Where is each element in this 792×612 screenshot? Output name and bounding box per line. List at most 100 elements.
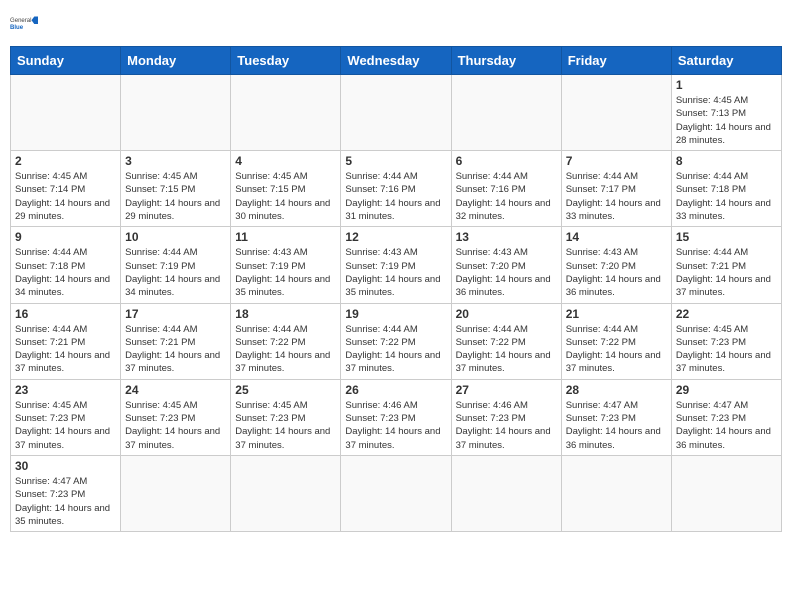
day-info: Sunrise: 4:44 AM Sunset: 7:22 PM Dayligh… — [345, 323, 446, 376]
calendar-cell — [451, 75, 561, 151]
calendar-cell: 17 Sunrise: 4:44 AM Sunset: 7:21 PM Dayli… — [121, 303, 231, 379]
day-info: Sunrise: 4:45 AM Sunset: 7:23 PM Dayligh… — [125, 399, 226, 452]
day-number: 2 — [15, 154, 116, 168]
day-number: 19 — [345, 307, 446, 321]
calendar-cell — [561, 75, 671, 151]
calendar-cell: 19 Sunrise: 4:44 AM Sunset: 7:22 PM Dayli… — [341, 303, 451, 379]
day-number: 3 — [125, 154, 226, 168]
calendar-cell: 26Sunrise: 4:46 AM Sunset: 7:23 PM Dayli… — [341, 379, 451, 455]
weekday-header-monday: Monday — [121, 47, 231, 75]
day-info: Sunrise: 4:44 AM Sunset: 7:22 PM Dayligh… — [456, 323, 557, 376]
day-number: 11 — [235, 230, 336, 244]
day-info: Sunrise: 4:45 AM Sunset: 7:23 PM Dayligh… — [676, 323, 777, 376]
calendar-cell: 12 Sunrise: 4:43 AM Sunset: 7:19 PM Dayli… — [341, 227, 451, 303]
calendar-week-2: 2 Sunrise: 4:45 AM Sunset: 7:14 PM Daylig… — [11, 151, 782, 227]
calendar-cell: 6 Sunrise: 4:44 AM Sunset: 7:16 PM Daylig… — [451, 151, 561, 227]
day-info: Sunrise: 4:44 AM Sunset: 7:18 PM Dayligh… — [676, 170, 777, 223]
day-info: Sunrise: 4:47 AM Sunset: 7:23 PM Dayligh… — [566, 399, 667, 452]
day-number: 9 — [15, 230, 116, 244]
page-header: General Blue — [10, 10, 782, 38]
day-number: 4 — [235, 154, 336, 168]
calendar-cell: 29Sunrise: 4:47 AM Sunset: 7:23 PM Dayli… — [671, 379, 781, 455]
calendar-cell: 27Sunrise: 4:46 AM Sunset: 7:23 PM Dayli… — [451, 379, 561, 455]
calendar-cell: 8 Sunrise: 4:44 AM Sunset: 7:18 PM Daylig… — [671, 151, 781, 227]
calendar-cell — [671, 455, 781, 531]
day-info: Sunrise: 4:45 AM Sunset: 7:14 PM Dayligh… — [15, 170, 116, 223]
calendar-cell — [231, 75, 341, 151]
day-number: 5 — [345, 154, 446, 168]
svg-text:General: General — [10, 18, 32, 24]
day-number: 10 — [125, 230, 226, 244]
day-info: Sunrise: 4:44 AM Sunset: 7:18 PM Dayligh… — [15, 246, 116, 299]
calendar-cell — [121, 75, 231, 151]
weekday-header-sunday: Sunday — [11, 47, 121, 75]
day-info: Sunrise: 4:44 AM Sunset: 7:21 PM Dayligh… — [15, 323, 116, 376]
calendar-week-1: 1Sunrise: 4:45 AM Sunset: 7:13 PM Daylig… — [11, 75, 782, 151]
weekday-header-thursday: Thursday — [451, 47, 561, 75]
day-info: Sunrise: 4:44 AM Sunset: 7:17 PM Dayligh… — [566, 170, 667, 223]
calendar-cell: 4 Sunrise: 4:45 AM Sunset: 7:15 PM Daylig… — [231, 151, 341, 227]
day-info: Sunrise: 4:44 AM Sunset: 7:21 PM Dayligh… — [125, 323, 226, 376]
day-info: Sunrise: 4:44 AM Sunset: 7:16 PM Dayligh… — [456, 170, 557, 223]
calendar-cell — [231, 455, 341, 531]
day-number: 13 — [456, 230, 557, 244]
day-info: Sunrise: 4:44 AM Sunset: 7:16 PM Dayligh… — [345, 170, 446, 223]
day-number: 22 — [676, 307, 777, 321]
weekday-header-row: SundayMondayTuesdayWednesdayThursdayFrid… — [11, 47, 782, 75]
day-info: Sunrise: 4:44 AM Sunset: 7:19 PM Dayligh… — [125, 246, 226, 299]
weekday-header-saturday: Saturday — [671, 47, 781, 75]
calendar-cell — [11, 75, 121, 151]
day-number: 24 — [125, 383, 226, 397]
day-number: 16 — [15, 307, 116, 321]
calendar-cell: 21Sunrise: 4:44 AM Sunset: 7:22 PM Dayli… — [561, 303, 671, 379]
calendar-cell: 3 Sunrise: 4:45 AM Sunset: 7:15 PM Daylig… — [121, 151, 231, 227]
day-number: 12 — [345, 230, 446, 244]
day-info: Sunrise: 4:44 AM Sunset: 7:22 PM Dayligh… — [235, 323, 336, 376]
calendar-cell: 13 Sunrise: 4:43 AM Sunset: 7:20 PM Dayli… — [451, 227, 561, 303]
day-info: Sunrise: 4:47 AM Sunset: 7:23 PM Dayligh… — [676, 399, 777, 452]
calendar-week-6: 30Sunrise: 4:47 AM Sunset: 7:23 PM Dayli… — [11, 455, 782, 531]
day-info: Sunrise: 4:43 AM Sunset: 7:19 PM Dayligh… — [345, 246, 446, 299]
day-number: 23 — [15, 383, 116, 397]
day-info: Sunrise: 4:44 AM Sunset: 7:21 PM Dayligh… — [676, 246, 777, 299]
day-info: Sunrise: 4:44 AM Sunset: 7:22 PM Dayligh… — [566, 323, 667, 376]
weekday-header-tuesday: Tuesday — [231, 47, 341, 75]
day-info: Sunrise: 4:45 AM Sunset: 7:15 PM Dayligh… — [125, 170, 226, 223]
calendar-cell: 7 Sunrise: 4:44 AM Sunset: 7:17 PM Daylig… — [561, 151, 671, 227]
calendar-header: SundayMondayTuesdayWednesdayThursdayFrid… — [11, 47, 782, 75]
day-number: 7 — [566, 154, 667, 168]
calendar-cell: 2 Sunrise: 4:45 AM Sunset: 7:14 PM Daylig… — [11, 151, 121, 227]
weekday-header-wednesday: Wednesday — [341, 47, 451, 75]
calendar-cell: 11Sunrise: 4:43 AM Sunset: 7:19 PM Dayli… — [231, 227, 341, 303]
calendar-cell: 24 Sunrise: 4:45 AM Sunset: 7:23 PM Dayli… — [121, 379, 231, 455]
day-info: Sunrise: 4:46 AM Sunset: 7:23 PM Dayligh… — [456, 399, 557, 452]
calendar-body: 1Sunrise: 4:45 AM Sunset: 7:13 PM Daylig… — [11, 75, 782, 532]
day-info: Sunrise: 4:45 AM Sunset: 7:15 PM Dayligh… — [235, 170, 336, 223]
calendar-cell: 20 Sunrise: 4:44 AM Sunset: 7:22 PM Dayli… — [451, 303, 561, 379]
calendar-cell: 23 Sunrise: 4:45 AM Sunset: 7:23 PM Dayli… — [11, 379, 121, 455]
day-number: 17 — [125, 307, 226, 321]
day-info: Sunrise: 4:43 AM Sunset: 7:20 PM Dayligh… — [456, 246, 557, 299]
calendar-cell — [121, 455, 231, 531]
day-number: 20 — [456, 307, 557, 321]
calendar-cell: 25Sunrise: 4:45 AM Sunset: 7:23 PM Dayli… — [231, 379, 341, 455]
calendar-cell: 18Sunrise: 4:44 AM Sunset: 7:22 PM Dayli… — [231, 303, 341, 379]
day-number: 8 — [676, 154, 777, 168]
calendar-cell: 10 Sunrise: 4:44 AM Sunset: 7:19 PM Dayli… — [121, 227, 231, 303]
calendar-cell: 1Sunrise: 4:45 AM Sunset: 7:13 PM Daylig… — [671, 75, 781, 151]
day-number: 28 — [566, 383, 667, 397]
calendar-cell: 15Sunrise: 4:44 AM Sunset: 7:21 PM Dayli… — [671, 227, 781, 303]
weekday-header-friday: Friday — [561, 47, 671, 75]
logo: General Blue — [10, 10, 38, 38]
calendar-table: SundayMondayTuesdayWednesdayThursdayFrid… — [10, 46, 782, 532]
day-info: Sunrise: 4:45 AM Sunset: 7:23 PM Dayligh… — [15, 399, 116, 452]
calendar-cell: 14Sunrise: 4:43 AM Sunset: 7:20 PM Dayli… — [561, 227, 671, 303]
calendar-cell — [341, 75, 451, 151]
day-info: Sunrise: 4:45 AM Sunset: 7:23 PM Dayligh… — [235, 399, 336, 452]
day-number: 14 — [566, 230, 667, 244]
calendar-week-3: 9 Sunrise: 4:44 AM Sunset: 7:18 PM Daylig… — [11, 227, 782, 303]
calendar-cell: 22 Sunrise: 4:45 AM Sunset: 7:23 PM Dayli… — [671, 303, 781, 379]
day-info: Sunrise: 4:47 AM Sunset: 7:23 PM Dayligh… — [15, 475, 116, 528]
day-number: 6 — [456, 154, 557, 168]
calendar-cell — [451, 455, 561, 531]
